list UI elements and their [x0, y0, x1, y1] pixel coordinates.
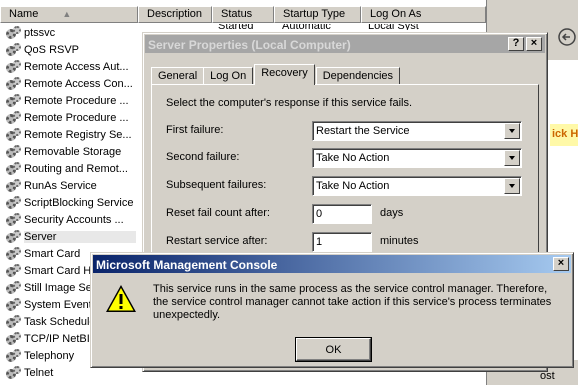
- service-gear-icon: [6, 59, 22, 74]
- service-name: Remote Registry Se...: [24, 128, 132, 141]
- chevron-down-icon[interactable]: [504, 150, 520, 166]
- tab-general[interactable]: General: [151, 67, 205, 85]
- service-name: Server: [24, 230, 136, 243]
- service-gear-icon: [6, 127, 22, 142]
- chevron-down-icon[interactable]: [504, 123, 520, 139]
- reset-count-input[interactable]: 0: [312, 204, 372, 224]
- service-gear-icon: [6, 161, 22, 176]
- service-name: ptssvc: [24, 26, 56, 39]
- second-failure-value: Take No Action: [316, 152, 390, 164]
- column-header-status[interactable]: Status: [212, 6, 274, 23]
- chevron-down-icon[interactable]: [504, 178, 520, 194]
- tab-strip: General Log On Recovery Dependencies: [151, 63, 401, 85]
- first-failure-label: First failure:: [166, 124, 224, 136]
- column-header-startup-type[interactable]: Startup Type: [274, 6, 361, 23]
- message-text: This service runs in the same process as…: [153, 283, 552, 321]
- subsequent-failures-label: Subsequent failures:: [166, 179, 267, 191]
- service-name: ScriptBlocking Service: [24, 196, 134, 209]
- service-gear-icon: [6, 246, 22, 261]
- warning-icon: [105, 283, 137, 315]
- service-gear-icon: [6, 42, 22, 57]
- mmc-message-box: Microsoft Management Console × This serv…: [90, 252, 574, 368]
- restart-after-label: Restart service after:: [166, 235, 268, 247]
- tab-dependencies[interactable]: Dependencies: [315, 67, 401, 85]
- service-name: Remote Procedure ...: [24, 111, 129, 124]
- reset-count-unit: days: [380, 207, 404, 219]
- service-gear-icon: [6, 348, 22, 363]
- service-name: Removable Storage: [24, 145, 122, 158]
- service-gear-icon: [6, 331, 22, 346]
- subsequent-failures-select[interactable]: Take No Action: [312, 176, 522, 196]
- service-name: Routing and Remot...: [24, 162, 128, 175]
- message-title: Microsoft Management Console: [96, 258, 278, 272]
- service-gear-icon: [6, 314, 22, 329]
- column-header-name-label: Name: [9, 8, 39, 20]
- service-gear-icon: [6, 144, 22, 159]
- column-header-log-on-as[interactable]: Log On As: [361, 6, 486, 23]
- sort-ascending-icon: ▲: [62, 9, 72, 19]
- service-name: Telnet: [24, 366, 54, 379]
- reset-count-label: Reset fail count after:: [166, 207, 270, 219]
- column-header-description[interactable]: Description: [138, 6, 212, 23]
- column-header-name[interactable]: Name ▲: [0, 6, 138, 23]
- message-title-bar[interactable]: Microsoft Management Console: [93, 255, 571, 273]
- list-header: Name ▲ Description Status Startup Type Lo…: [0, 6, 486, 23]
- service-name: Remote Access Con...: [24, 77, 133, 90]
- ok-button[interactable]: OK: [296, 338, 371, 361]
- service-name: Remote Access Aut...: [24, 60, 129, 73]
- service-name: RunAs Service: [24, 179, 97, 192]
- service-name: QoS RSVP: [24, 43, 80, 56]
- service-gear-icon: [6, 365, 22, 380]
- service-name: Remote Procedure ...: [24, 94, 129, 107]
- recovery-intro-text: Select the computer's response if this s…: [166, 97, 413, 109]
- first-failure-select[interactable]: Restart the Service: [312, 121, 522, 141]
- background-highlight-text: ick H: [550, 124, 578, 146]
- service-gear-icon: [6, 76, 22, 91]
- first-failure-value: Restart the Service: [316, 125, 410, 137]
- service-name: Security Accounts ...: [24, 213, 124, 226]
- second-failure-label: Second failure:: [166, 151, 240, 163]
- service-gear-icon: [6, 110, 22, 125]
- second-failure-select[interactable]: Take No Action: [312, 148, 522, 168]
- properties-title: Server Properties (Local Computer): [148, 38, 351, 52]
- restart-after-input[interactable]: 1: [312, 232, 372, 252]
- service-gear-icon: [6, 297, 22, 312]
- service-gear-icon: [6, 212, 22, 227]
- properties-title-bar[interactable]: Server Properties (Local Computer) ? ×: [145, 35, 545, 53]
- service-gear-icon: [6, 263, 22, 278]
- service-gear-icon: [6, 229, 22, 244]
- properties-close-button[interactable]: ×: [526, 37, 542, 51]
- restart-after-unit: minutes: [380, 235, 419, 247]
- service-gear-icon: [6, 25, 22, 40]
- service-gear-icon: [6, 280, 22, 295]
- background-nav-icon[interactable]: [556, 26, 578, 48]
- tab-log-on[interactable]: Log On: [203, 67, 254, 85]
- help-button[interactable]: ?: [508, 37, 524, 51]
- message-close-button[interactable]: ×: [553, 257, 569, 271]
- tab-recovery[interactable]: Recovery: [254, 64, 315, 85]
- service-gear-icon: [6, 195, 22, 210]
- subsequent-failures-value: Take No Action: [316, 180, 390, 192]
- service-gear-icon: [6, 178, 22, 193]
- service-gear-icon: [6, 93, 22, 108]
